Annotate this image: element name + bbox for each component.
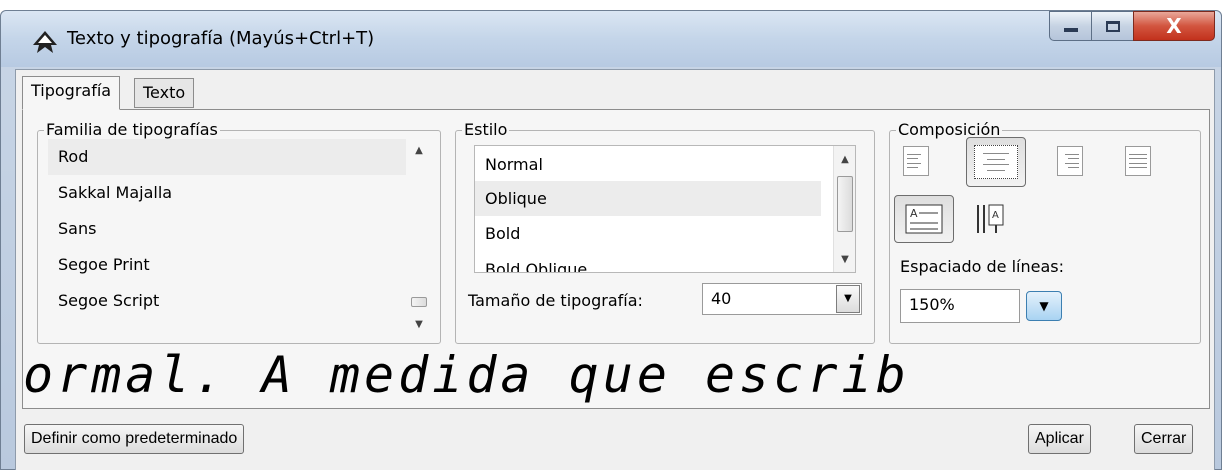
list-item[interactable]: Bold [475, 216, 855, 251]
window-controls: X [1049, 11, 1215, 41]
list-item[interactable]: Normal [475, 146, 855, 181]
maximize-button[interactable] [1091, 11, 1133, 41]
list-item[interactable]: Sans [48, 211, 430, 247]
vertical-text-button[interactable]: A [970, 199, 1010, 239]
list-item[interactable]: Segoe Print [48, 247, 430, 283]
set-default-label: Definir como predeterminado [31, 430, 238, 447]
list-item[interactable]: Segoe Script [48, 283, 430, 319]
style-group: Estilo Normal Oblique Bold Bold Oblique … [455, 120, 875, 344]
svg-text:A: A [992, 210, 999, 221]
font-family-scrollbar[interactable]: ▲ ▼ [408, 139, 430, 335]
list-item[interactable]: Bold Oblique [475, 251, 855, 272]
close-button[interactable]: Cerrar [1134, 424, 1194, 454]
style-scrollbar[interactable]: ▲ ▼ [833, 146, 855, 272]
line-spacing-label: Espaciado de líneas: [900, 257, 1064, 276]
font-preview-text: ormal. A medida que escrib [23, 346, 910, 404]
line-spacing-value: 150% [909, 295, 955, 314]
text-font-dialog: Texto y tipografía (Mayús+Ctrl+T) X Tipo… [0, 10, 1222, 470]
horizontal-text-button[interactable]: A [894, 195, 954, 243]
align-right-icon [1057, 146, 1083, 176]
list-item[interactable]: Sakkal Majalla [48, 175, 430, 211]
font-preview: ormal. A medida que escrib [23, 346, 1209, 404]
style-list[interactable]: Normal Oblique Bold Bold Oblique ▲ ▼ [474, 145, 856, 273]
font-size-label: Tamaño de tipografía: [468, 291, 643, 310]
minimize-icon [1063, 28, 1078, 32]
typography-panel: Familia de tipografías Rod Sakkal Majall… [22, 109, 1210, 409]
inkscape-icon [33, 31, 57, 53]
font-family-list[interactable]: Rod Sakkal Majalla Sans Segoe Print Sego… [48, 139, 430, 335]
align-justify-button[interactable] [1118, 141, 1158, 181]
apply-button[interactable]: Aplicar [1028, 424, 1091, 454]
font-size-combo[interactable]: 40 ▼ [702, 283, 862, 315]
line-spacing-dropdown-button[interactable]: ▼ [1026, 291, 1062, 321]
align-right-button[interactable] [1050, 141, 1090, 181]
title-bar[interactable]: Texto y tipografía (Mayús+Ctrl+T) X [1, 11, 1221, 67]
font-size-dropdown-button[interactable]: ▼ [836, 285, 860, 313]
font-family-group-label: Familia de tipografías [44, 120, 220, 140]
close-window-button[interactable]: X [1133, 11, 1215, 41]
close-label: Cerrar [1141, 430, 1187, 447]
window-title: Texto y tipografía (Mayús+Ctrl+T) [67, 28, 375, 49]
minimize-button[interactable] [1049, 11, 1091, 41]
scroll-up-icon[interactable]: ▲ [408, 139, 430, 161]
style-group-label: Estilo [462, 120, 510, 140]
tab-text[interactable]: Texto [134, 78, 195, 108]
chevron-down-icon: ▼ [1039, 299, 1049, 313]
align-left-icon [903, 146, 929, 176]
set-default-button[interactable]: Definir como predeterminado [24, 424, 245, 454]
tab-typography-label: Tipografía [31, 81, 112, 100]
svg-text:A: A [910, 207, 918, 220]
vertical-text-icon: A [977, 204, 1004, 233]
horizontal-text-icon: A [905, 204, 943, 234]
font-family-group: Familia de tipografías Rod Sakkal Majall… [37, 120, 441, 344]
line-spacing-input[interactable]: 150% [900, 289, 1020, 323]
align-left-button[interactable] [896, 141, 936, 181]
maximize-icon [1105, 20, 1120, 32]
scroll-down-icon[interactable]: ▼ [834, 248, 855, 270]
align-center-button[interactable] [966, 137, 1026, 187]
align-center-icon [974, 145, 1018, 179]
align-justify-icon [1125, 146, 1151, 176]
scroll-down-icon[interactable]: ▼ [408, 313, 430, 335]
layout-group: Composición A A Espaciado de líneas: 150… [889, 120, 1201, 344]
chevron-down-icon: ▼ [844, 293, 852, 304]
tab-typography[interactable]: Tipografía [22, 76, 121, 110]
scroll-thumb[interactable] [411, 297, 427, 307]
scroll-up-icon[interactable]: ▲ [834, 148, 855, 170]
scroll-thumb[interactable] [837, 176, 853, 232]
font-size-value: 40 [711, 289, 732, 308]
tab-text-label: Texto [143, 83, 186, 102]
apply-label: Aplicar [1035, 430, 1084, 447]
list-item[interactable]: Rod [48, 139, 406, 175]
list-item[interactable]: Oblique [475, 181, 821, 216]
close-icon: X [1166, 14, 1182, 38]
dialog-client-area: Tipografía Texto Familia de tipografías … [15, 69, 1215, 470]
